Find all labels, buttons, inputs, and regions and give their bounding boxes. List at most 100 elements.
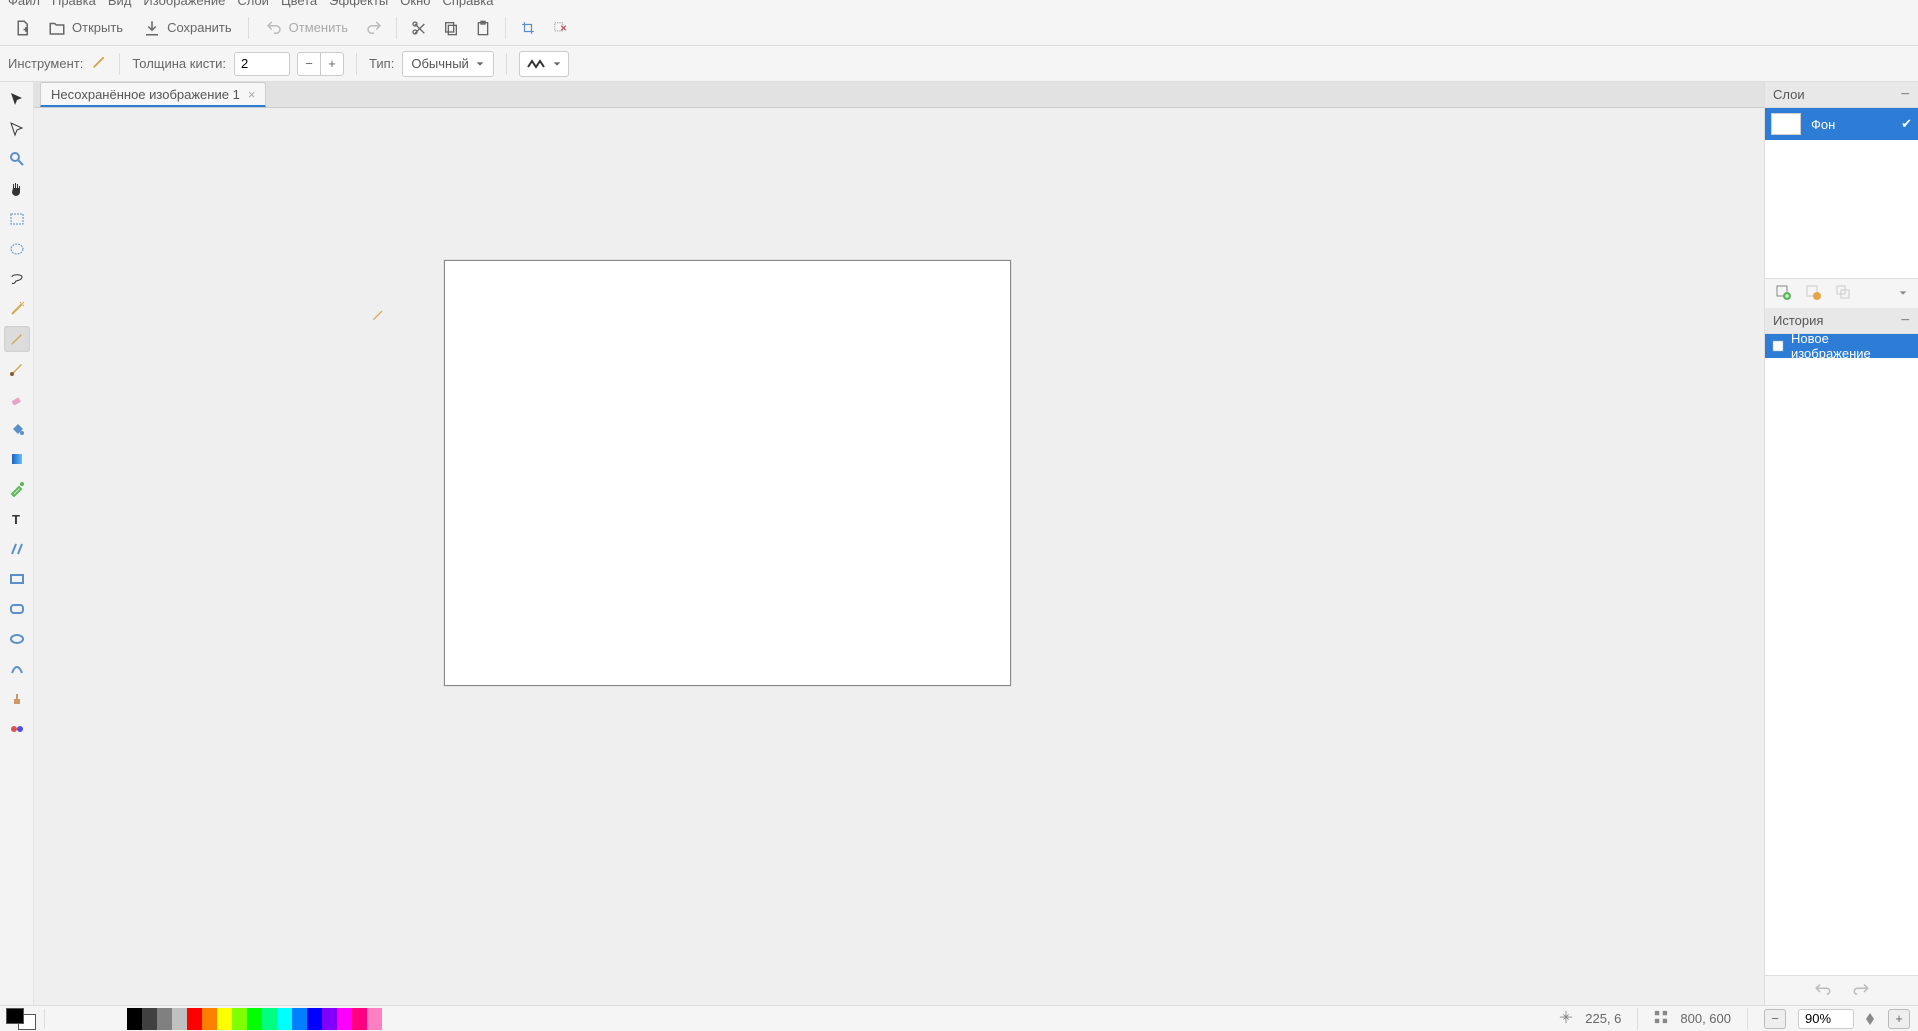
menu-colors[interactable]: Цвета [281,0,317,8]
blend-type-select[interactable]: Обычный [402,51,493,77]
undo-button[interactable]: Отменить [257,15,356,41]
palette-color[interactable] [157,1008,172,1030]
magic-wand-tool[interactable] [4,296,30,322]
pencil-tool[interactable] [4,326,30,352]
text-tool[interactable]: T [4,506,30,532]
rectangle-tool[interactable] [4,566,30,592]
document-tab-title: Несохранённое изображение 1 [51,87,240,102]
history-redo-button[interactable] [1852,982,1870,999]
palette-color[interactable] [142,1008,157,1030]
layers-panel-header: Слои − [1765,82,1918,108]
add-layer-button[interactable] [1775,284,1791,303]
palette-color[interactable] [247,1008,262,1030]
palette-color[interactable] [352,1008,367,1030]
rect-select-tool[interactable] [4,206,30,232]
pan-tool[interactable] [4,176,30,202]
menu-edit[interactable]: Правка [52,0,96,8]
recolor-tool[interactable] [4,716,30,742]
svg-text:T: T [12,512,20,527]
canvas[interactable] [444,260,1011,686]
crop-button[interactable] [514,14,542,42]
pencil-cursor-icon [371,308,385,325]
redo-icon [365,19,383,37]
undo-label: Отменить [289,20,348,35]
palette-color[interactable] [292,1008,307,1030]
new-file-button[interactable] [8,14,36,42]
freeform-tool[interactable] [4,656,30,682]
menu-help[interactable]: Справка [443,0,494,8]
eraser-tool[interactable] [4,386,30,412]
stroke-style-icon [526,57,546,71]
zoom-tool[interactable] [4,146,30,172]
copy-button[interactable] [437,14,465,42]
zoom-out-button[interactable]: − [1764,1009,1786,1029]
save-button[interactable]: Сохранить [135,15,240,41]
panel-minimize-button[interactable]: − [1901,312,1910,330]
menu-file[interactable]: Файл [8,0,40,8]
layer-visible-icon[interactable]: ✔ [1901,116,1912,132]
history-item[interactable]: Новое изображение [1765,334,1918,358]
palette-color[interactable] [277,1008,292,1030]
palette-color[interactable] [187,1008,202,1030]
layer-item[interactable]: Фон ✔ [1765,108,1918,140]
palette-color[interactable] [322,1008,337,1030]
separator [505,17,506,39]
brush-increase-button[interactable]: + [320,52,344,76]
status-area: 225, 6 800, 600 − + [1559,1008,1918,1030]
line-tool[interactable] [4,536,30,562]
fill-tool[interactable] [4,416,30,442]
crop-icon [521,21,535,35]
cursor-position-icon [1559,1010,1573,1027]
pointer-tool[interactable] [4,116,30,142]
palette-color[interactable] [202,1008,217,1030]
ellipse-select-tool[interactable] [4,236,30,262]
palette-color[interactable] [337,1008,352,1030]
layer-menu-button[interactable] [1898,286,1908,301]
zoom-in-button[interactable]: + [1888,1009,1910,1029]
brush-decrease-button[interactable]: − [297,52,321,76]
palette-color[interactable] [172,1008,187,1030]
ellipse-tool[interactable] [4,626,30,652]
new-image-icon [1771,339,1785,353]
document-tab-bar: Несохранённое изображение 1 × [34,82,1764,108]
canvas-viewport[interactable] [34,108,1764,1005]
rounded-rect-tool[interactable] [4,596,30,622]
zoom-step-down-icon[interactable] [1866,1019,1874,1025]
menu-image[interactable]: Изображение [143,0,225,8]
paste-button[interactable] [469,14,497,42]
gradient-tool[interactable] [4,446,30,472]
palette-color[interactable] [262,1008,277,1030]
zoom-level-input[interactable] [1798,1009,1854,1029]
brush-width-input[interactable] [234,52,290,76]
tab-close-button[interactable]: × [248,87,256,102]
palette-color[interactable] [232,1008,247,1030]
panel-minimize-button[interactable]: − [1901,86,1910,104]
eyedropper-tool[interactable] [4,476,30,502]
document-tab[interactable]: Несохранённое изображение 1 × [40,82,266,107]
menu-window[interactable]: Окно [400,0,430,8]
menu-bar: Файл Правка Вид Изображение Слои Цвета Э… [0,0,1918,10]
history-undo-button[interactable] [1814,982,1832,999]
menu-effects[interactable]: Эффекты [329,0,388,8]
move-tool[interactable] [4,86,30,112]
palette-color[interactable] [217,1008,232,1030]
deselect-button[interactable] [546,14,574,42]
clone-stamp-tool[interactable] [4,686,30,712]
menu-layers[interactable]: Слои [237,0,269,8]
primary-color-swatch[interactable] [6,1008,24,1024]
redo-button[interactable] [360,14,388,42]
brush-tool[interactable] [4,356,30,382]
lasso-tool[interactable] [4,266,30,292]
palette-color[interactable] [127,1008,142,1030]
history-list: Новое изображение [1765,334,1918,975]
cut-button[interactable] [405,14,433,42]
duplicate-layer-button[interactable] [1835,284,1851,303]
open-button[interactable]: Открыть [40,15,131,41]
color-palette [127,1008,382,1030]
color-swatches[interactable] [4,1007,38,1031]
stroke-style-select[interactable] [519,51,569,77]
menu-view[interactable]: Вид [108,0,132,8]
delete-layer-button[interactable] [1805,284,1821,303]
palette-color[interactable] [367,1008,382,1030]
palette-color[interactable] [307,1008,322,1030]
